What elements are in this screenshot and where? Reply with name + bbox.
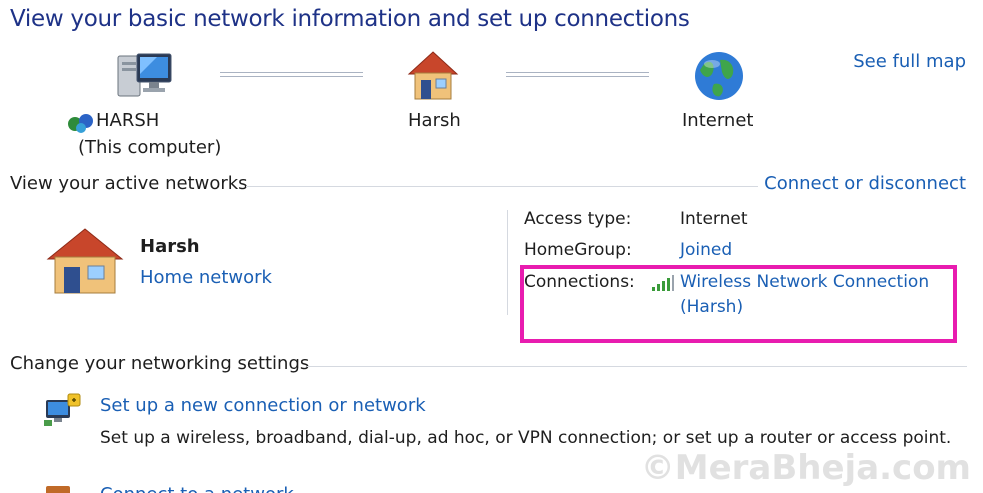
globe-icon	[695, 52, 743, 100]
internet-name: Internet	[682, 110, 754, 131]
connect-or-disconnect-link[interactable]: Connect or disconnect	[764, 173, 966, 194]
connections-highlight-box	[520, 265, 957, 343]
homegroup-link[interactable]: Joined	[680, 240, 732, 260]
access-type-label: Access type:	[524, 209, 632, 229]
home-network-icon[interactable]	[44, 225, 126, 297]
network-type-link[interactable]: Home network	[140, 267, 272, 288]
computer-icon	[117, 53, 172, 97]
homegroup-icon	[68, 114, 93, 133]
map-connector-line	[506, 72, 649, 77]
connect-to-network-link[interactable]: Connect to a network	[100, 484, 294, 493]
map-internet-node[interactable]	[692, 48, 746, 104]
page-title: View your basic network information and …	[10, 6, 690, 32]
watermark: ©MeraBheja.com	[640, 448, 971, 488]
see-full-map-link[interactable]: See full map	[853, 51, 966, 72]
setup-new-connection-link[interactable]: Set up a new connection or network	[100, 395, 426, 416]
network-name: Harsh	[408, 110, 461, 131]
house-icon	[407, 51, 459, 100]
new-connection-icon[interactable]	[42, 392, 82, 428]
networking-settings-header: Change your networking settings	[10, 353, 310, 374]
map-network-node[interactable]	[405, 48, 461, 104]
map-computer-icon-wrap[interactable]	[115, 48, 175, 104]
computer-name: HARSH	[96, 110, 160, 131]
access-type-value: Internet	[680, 209, 748, 229]
homegroup-label: HomeGroup:	[524, 240, 632, 260]
computer-subtitle: (This computer)	[78, 137, 222, 158]
active-networks-header: View your active networks	[10, 173, 248, 194]
map-connector-line	[220, 72, 363, 77]
setup-new-connection-description: Set up a wireless, broadband, dial-up, a…	[100, 428, 952, 448]
vertical-divider	[507, 210, 508, 315]
section-divider	[307, 366, 967, 367]
active-network-name: Harsh	[140, 236, 200, 257]
connect-network-icon[interactable]	[42, 482, 82, 493]
section-divider	[246, 186, 758, 187]
